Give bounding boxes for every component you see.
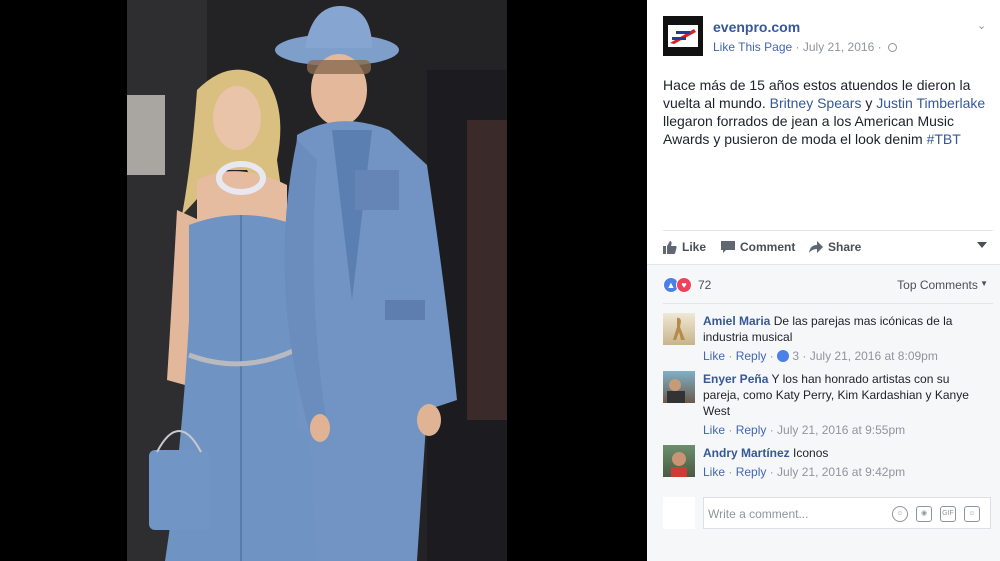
comments-section: ▲ ♥ 72 Top Comments ▼ Amiel Maria De las… (647, 264, 1000, 561)
hashtag-tbt[interactable]: #TBT (927, 131, 961, 147)
avatar-image (667, 379, 685, 403)
comment-timestamp[interactable]: July 21, 2016 at 8:09pm (810, 349, 938, 363)
meta-separator: · (795, 40, 803, 54)
post-actions-bar: Like Comment Share (663, 230, 993, 262)
meta-separator-2: · (877, 40, 885, 54)
comment-actions: Like · Reply · 3 · July 21, 2016 at 8:09… (703, 349, 938, 363)
emoji-icon[interactable]: ☺ (892, 506, 908, 522)
commenter-name[interactable]: Andry Martínez (703, 446, 790, 460)
comment-timestamp[interactable]: July 21, 2016 at 9:42pm (777, 465, 905, 479)
like-label: Like (682, 240, 707, 254)
love-reaction-icon: ♥ (676, 277, 692, 293)
comment-text: Iconos (793, 446, 829, 460)
post-text-and: y (865, 95, 873, 111)
avatar-image (671, 452, 687, 477)
comment-timestamp[interactable]: July 21, 2016 at 9:55pm (777, 423, 905, 437)
post-header: evenpro.com Like This Page · July 21, 20… (663, 16, 993, 60)
caret-down-icon: ▼ (977, 279, 988, 288)
comment-reply-link[interactable]: Reply (736, 465, 767, 479)
avatar-image (673, 317, 685, 340)
commenter-name[interactable]: Amiel Maria (703, 314, 770, 328)
post-message: Hace más de 15 años estos atuendos le di… (663, 76, 995, 148)
page-avatar[interactable] (663, 16, 703, 56)
page-name-link[interactable]: evenpro.com (713, 19, 800, 35)
current-user-avatar (663, 497, 695, 529)
share-label: Share (828, 240, 862, 254)
globe-icon (887, 43, 897, 52)
reaction-count: 72 (698, 278, 712, 292)
avatar[interactable] (663, 371, 695, 403)
comment-icon (721, 240, 735, 253)
comment-button[interactable]: Comment (721, 240, 795, 254)
comment-like-link[interactable]: Like (703, 465, 725, 479)
like-page-link[interactable]: Like This Page (713, 40, 792, 54)
comment-like-link[interactable]: Like (703, 349, 725, 363)
avatar[interactable] (663, 445, 695, 477)
comment-like-count[interactable]: 3 (792, 349, 799, 363)
gif-icon[interactable]: GIF (940, 506, 956, 522)
comment-like-link[interactable]: Like (703, 423, 725, 437)
like-count-icon (777, 350, 790, 362)
comment-reply-link[interactable]: Reply (736, 349, 767, 363)
mention-britney-spears[interactable]: Britney Spears (770, 95, 862, 111)
commenter-name[interactable]: Enyer Peña (703, 372, 768, 386)
comment-actions: Like · Reply · July 21, 2016 at 9:55pm (703, 423, 906, 437)
comment-actions: Like · Reply · July 21, 2016 at 9:42pm (703, 465, 906, 479)
comment-input-placeholder: Write a comment... (708, 507, 809, 521)
comment-label: Comment (740, 240, 796, 254)
evenpro-logo-icon (668, 25, 698, 47)
comment-body: Enyer Peña Y los han honrado artistas co… (703, 371, 983, 438)
post-text-part2: llegaron forrados de jean a los American… (663, 113, 955, 147)
reactions-summary[interactable]: ▲ ♥ 72 (663, 276, 711, 294)
sticker-icon[interactable]: ☺ (964, 506, 980, 522)
comment-body: Amiel Maria De las parejas mas icónicas … (703, 313, 983, 364)
post-photo[interactable] (127, 0, 507, 561)
comment-reply-link[interactable]: Reply (736, 423, 767, 437)
thumbs-up-icon (663, 240, 677, 254)
share-options-arrow-icon[interactable] (977, 242, 987, 248)
comment-input[interactable]: Write a comment... ☺ ◉ GIF ☺ (703, 497, 991, 529)
top-comments-dropdown[interactable]: Top Comments ▼ (897, 278, 988, 292)
top-comments-label: Top Comments (897, 278, 978, 292)
share-button[interactable]: Share (809, 240, 861, 254)
post-meta: Like This Page · July 21, 2016 · (713, 40, 897, 54)
mention-justin-timberlake[interactable]: Justin Timberlake (876, 95, 985, 111)
camera-icon[interactable]: ◉ (916, 506, 932, 522)
like-button[interactable]: Like (663, 240, 706, 254)
avatar[interactable] (663, 313, 695, 345)
chevron-down-icon[interactable]: ⌄ (977, 19, 987, 32)
photo-stage (0, 0, 647, 561)
share-icon (809, 241, 823, 253)
post-date[interactable]: July 21, 2016 (803, 40, 874, 54)
comment-body: Andry Martínez Iconos Like · Reply · Jul… (703, 445, 983, 480)
photo-illustration (127, 0, 507, 561)
post-side-panel: evenpro.com Like This Page · July 21, 20… (647, 0, 1000, 561)
divider (663, 303, 993, 304)
comment-composer: Write a comment... ☺ ◉ GIF ☺ (663, 497, 993, 529)
